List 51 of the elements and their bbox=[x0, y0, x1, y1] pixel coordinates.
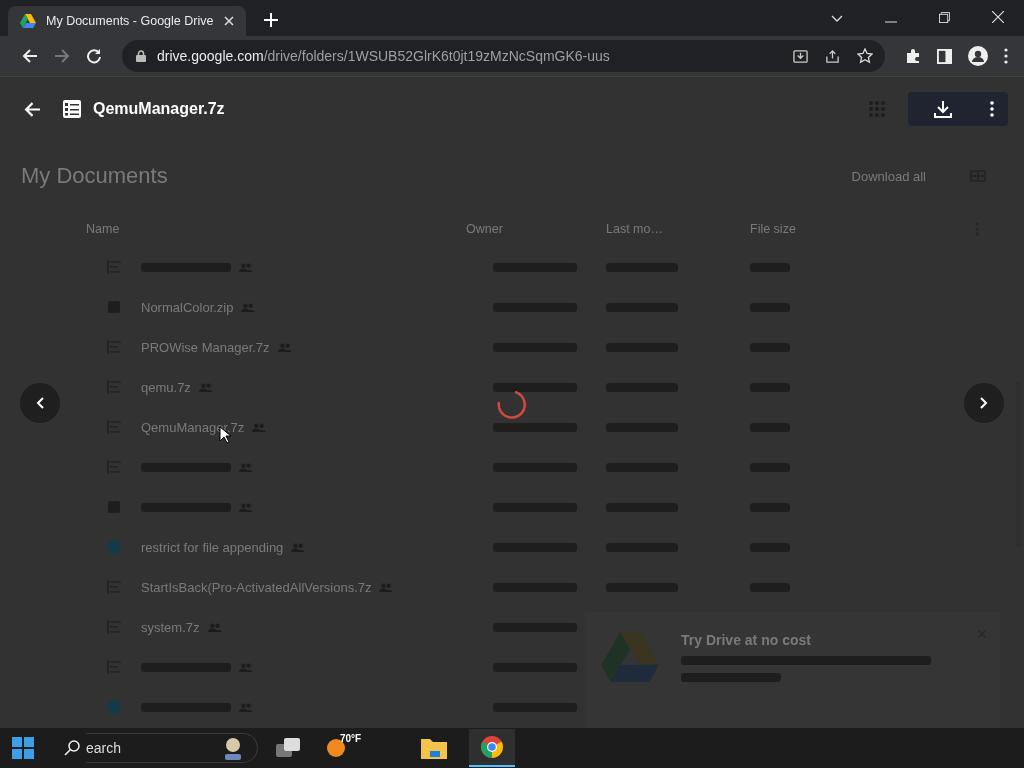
triangle-logo-icon bbox=[20, 14, 36, 28]
share-icon[interactable] bbox=[825, 48, 840, 64]
new-tab-icon[interactable] bbox=[264, 13, 278, 27]
tab-title: My Documents - Google Drive bbox=[46, 14, 214, 28]
triangle-logo-icon bbox=[601, 632, 659, 682]
chevron-down-icon[interactable] bbox=[831, 15, 843, 23]
file-name[interactable]: qemu.7z bbox=[141, 379, 191, 395]
file-name[interactable]: system.7z bbox=[141, 619, 200, 635]
back-icon[interactable] bbox=[22, 48, 38, 64]
star-icon[interactable] bbox=[857, 48, 873, 64]
lock-icon bbox=[136, 50, 146, 62]
address-bar[interactable]: drive.google.com/drive/folders/1WSUB52GlrK6t0jt19zMzNcSqmGK6-uus bbox=[122, 40, 885, 72]
download-all-link[interactable]: Download all bbox=[851, 168, 926, 184]
file-name[interactable]: NormalColor.zip bbox=[141, 299, 234, 315]
chevron-right-icon bbox=[980, 397, 988, 409]
more-icon[interactable] bbox=[1004, 48, 1008, 64]
file-icon bbox=[107, 700, 121, 714]
download-icon[interactable] bbox=[934, 100, 952, 118]
search-placeholder: earch bbox=[86, 740, 122, 756]
file-name[interactable]: StartIsBack(Pro-ActivatedAllVersions.7z bbox=[141, 579, 372, 595]
browser-tab[interactable]: My Documents - Google Drive bbox=[8, 6, 246, 36]
folder-icon[interactable] bbox=[421, 737, 448, 759]
profile-icon[interactable] bbox=[968, 46, 988, 66]
search-icon[interactable] bbox=[64, 740, 80, 756]
column-header[interactable]: Name bbox=[86, 222, 120, 236]
reload-icon[interactable] bbox=[86, 48, 102, 64]
task-view-icon[interactable] bbox=[276, 738, 300, 758]
file-name[interactable]: restrict for file appending bbox=[141, 539, 284, 555]
file-icon bbox=[107, 540, 121, 554]
puzzle-icon[interactable] bbox=[905, 48, 921, 64]
restore-icon[interactable] bbox=[939, 12, 950, 23]
more-icon[interactable] bbox=[990, 101, 994, 117]
side-panel-icon[interactable] bbox=[937, 48, 952, 64]
install-icon[interactable] bbox=[793, 48, 808, 64]
temperature-text: 70°F bbox=[340, 733, 362, 744]
folder-title: My Documents bbox=[21, 163, 168, 189]
file-name: QemuManager.7z bbox=[93, 100, 225, 118]
url-text: drive.google.com/drive/folders/1WSUB52GlrK6t0jt19zMzNcSqmGK6-uus bbox=[157, 48, 610, 64]
circle-logo-icon bbox=[480, 735, 505, 759]
promo-title: Try Drive at no cost bbox=[681, 632, 812, 648]
start-icon[interactable] bbox=[12, 737, 34, 759]
spreadsheet-icon bbox=[63, 100, 81, 118]
column-header[interactable]: Owner bbox=[466, 222, 503, 236]
chevron-left-icon bbox=[36, 397, 44, 409]
file-name[interactable]: QemuManager.7z bbox=[141, 419, 245, 435]
forward-icon[interactable] bbox=[54, 48, 70, 64]
file-name[interactable]: PROWise Manager.7z bbox=[141, 339, 270, 355]
column-header[interactable]: File size bbox=[750, 222, 796, 236]
taskbar-app-button[interactable] bbox=[469, 729, 516, 767]
column-header[interactable]: Last mo… bbox=[606, 222, 663, 236]
loading-spinner-icon bbox=[495, 388, 529, 422]
